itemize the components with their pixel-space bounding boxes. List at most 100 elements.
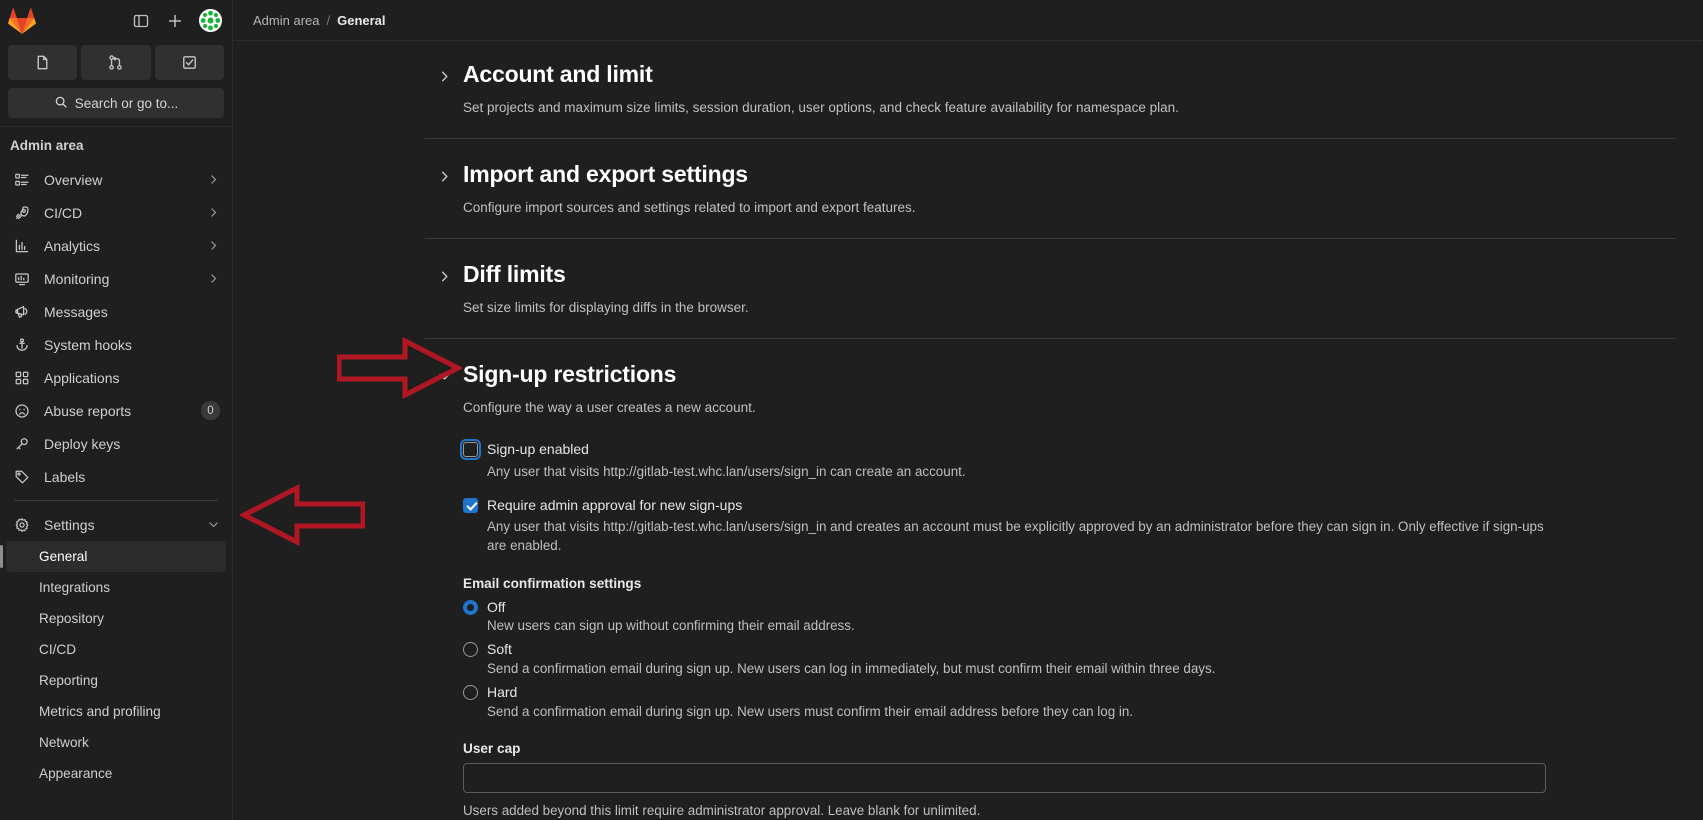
chart-icon [14, 238, 36, 254]
sidebar-item-abuse-reports[interactable]: Abuse reports 0 [6, 394, 226, 427]
sidebar-item-settings-appearance[interactable]: Appearance [6, 758, 226, 789]
section-title: Diff limits [463, 261, 566, 288]
chevron-right-icon [207, 239, 220, 252]
chevron-right-icon [207, 272, 220, 285]
monitor-icon [14, 271, 36, 287]
sidebar-item-settings-metrics-and-profiling[interactable]: Metrics and profiling [6, 696, 226, 727]
section-title: Account and limit [463, 61, 653, 87]
sidebar-item-settings-integrations[interactable]: Integrations [6, 572, 226, 603]
section-description: Configure the way a user creates a new a… [463, 400, 756, 416]
sidebar-item-overview[interactable]: Overview [6, 163, 226, 196]
main-content: Admin area / General Account and limit S… [233, 0, 1703, 820]
breadcrumb-admin-area[interactable]: Admin area [253, 13, 319, 28]
sidebar-item-settings-repository[interactable]: Repository [6, 603, 226, 634]
signup-enabled-label[interactable]: Sign-up enabled [487, 440, 589, 459]
quick-action-issues[interactable] [8, 45, 78, 80]
chevron-right-icon [207, 173, 220, 186]
quick-action-todos[interactable] [154, 45, 224, 80]
user-cap-help: Users added beyond this limit require ad… [463, 803, 981, 819]
section-description: Configure import sources and settings re… [463, 199, 916, 215]
section-expand-toggle[interactable] [425, 161, 463, 217]
admin-approval-row: Require admin approval for new sign-ups [463, 496, 1676, 515]
email-confirmation-hard-label[interactable]: Hard [487, 683, 517, 702]
signup-restrictions-form: Sign-up enabled Any user that visits htt… [460, 438, 1676, 820]
section-import-and-export-settings: Import and export settings Configure imp… [425, 139, 1676, 240]
search-input[interactable]: Search or go to... [8, 88, 224, 118]
email-confirmation-soft-label[interactable]: Soft [487, 640, 512, 659]
sidebar-item-system-hooks[interactable]: System hooks [6, 328, 226, 361]
abuse-reports-count-badge: 0 [201, 401, 220, 420]
quick-action-merge-requests[interactable] [81, 45, 151, 80]
sidebar-header [0, 0, 232, 41]
signup-enabled-checkbox[interactable] [460, 438, 481, 460]
section-description: Set size limits for displaying diffs in … [463, 299, 749, 315]
section-signup-restrictions: Sign-up restrictions Configure the way a… [425, 339, 1676, 820]
sidebar-item-cicd[interactable]: CI/CD [6, 196, 226, 229]
sidebar-context-title: Admin area [10, 138, 84, 153]
signup-enabled-row: Sign-up enabled [460, 438, 1676, 460]
user-cap-label: User cap [463, 741, 521, 757]
email-confirmation-off-help: New users can sign up without confirming… [487, 618, 855, 634]
sidebar-item-label: Deploy keys [44, 435, 121, 452]
signup-enabled-help: Any user that visits http://gitlab-test.… [487, 463, 966, 479]
sidebar-subitem-label: Network [39, 735, 89, 750]
gitlab-logo-icon[interactable] [8, 7, 36, 35]
admin-approval-label[interactable]: Require admin approval for new sign-ups [487, 496, 742, 515]
sidebar-toggle-icon[interactable] [126, 7, 156, 35]
email-confirmation-off-radio[interactable] [463, 599, 478, 615]
sidebar-item-monitoring[interactable]: Monitoring [6, 262, 226, 295]
create-new-icon[interactable] [160, 7, 190, 35]
email-confirmation-soft-radio[interactable] [463, 642, 478, 658]
applications-icon [14, 370, 36, 386]
sidebar-item-settings-cicd[interactable]: CI/CD [6, 634, 226, 665]
sidebar-item-settings-reporting[interactable]: Reporting [6, 665, 226, 696]
sidebar-item-deploy-keys[interactable]: Deploy keys [6, 427, 226, 460]
settings-sections: Account and limit Set projects and maxim… [233, 41, 1703, 820]
sidebar-item-settings-general[interactable]: General [0, 541, 226, 572]
sidebar-item-label: System hooks [44, 336, 132, 353]
sidebar-subitem-label: Integrations [39, 580, 111, 595]
search-icon [54, 95, 68, 112]
sidebar-item-settings[interactable]: Settings [6, 508, 226, 541]
sidebar-subitem-label: Metrics and profiling [39, 704, 161, 719]
primary-sidebar: Search or go to... Admin area Overview C… [0, 0, 233, 820]
key-icon [14, 436, 36, 452]
rocket-icon [14, 205, 36, 221]
sidebar-quick-actions [0, 41, 232, 83]
hook-icon [14, 337, 36, 353]
sidebar-item-labels[interactable]: Labels [6, 460, 226, 493]
section-expand-toggle[interactable] [425, 61, 463, 117]
sidebar-nav: Admin area Overview CI/CD Analytics Moni… [0, 127, 232, 820]
email-confirmation-off-label[interactable]: Off [487, 598, 505, 617]
section-collapse-toggle[interactable] [425, 361, 463, 820]
email-confirmation-settings-label: Email confirmation settings [463, 575, 642, 591]
sidebar-item-label: Analytics [44, 237, 101, 254]
email-confirmation-hard-row: Hard [463, 683, 1676, 702]
megaphone-icon [14, 304, 36, 320]
gear-icon [14, 517, 36, 533]
breadcrumb: Admin area / General [233, 0, 1703, 41]
section-expand-toggle[interactable] [425, 261, 463, 317]
sidebar-item-label: Abuse reports [44, 402, 132, 419]
sidebar-subitem-label: CI/CD [39, 642, 77, 657]
email-confirmation-soft-help: Send a confirmation email during sign up… [487, 661, 1216, 677]
gitlab-admin-general-page: Search or go to... Admin area Overview C… [0, 0, 1703, 820]
chevron-down-icon [207, 518, 220, 531]
sidebar-item-analytics[interactable]: Analytics [6, 229, 226, 262]
user-cap-input[interactable] [463, 763, 1546, 794]
admin-approval-checkbox[interactable] [463, 497, 478, 513]
sidebar-subitem-label: Reporting [39, 673, 98, 688]
user-avatar[interactable] [199, 9, 222, 32]
sidebar-item-applications[interactable]: Applications [6, 361, 226, 394]
label-icon [14, 469, 36, 485]
overview-icon [14, 172, 36, 188]
chevron-right-icon [207, 206, 220, 219]
sidebar-item-settings-network[interactable]: Network [6, 727, 226, 758]
search-placeholder-text: Search or go to... [74, 95, 179, 111]
sidebar-item-label: Monitoring [44, 270, 110, 287]
email-confirmation-hard-radio[interactable] [463, 685, 478, 701]
breadcrumb-current-general: General [337, 12, 386, 28]
sidebar-item-messages[interactable]: Messages [6, 295, 226, 328]
sidebar-item-label: Labels [44, 468, 86, 485]
email-confirmation-hard-help: Send a confirmation email during sign up… [487, 704, 1134, 720]
